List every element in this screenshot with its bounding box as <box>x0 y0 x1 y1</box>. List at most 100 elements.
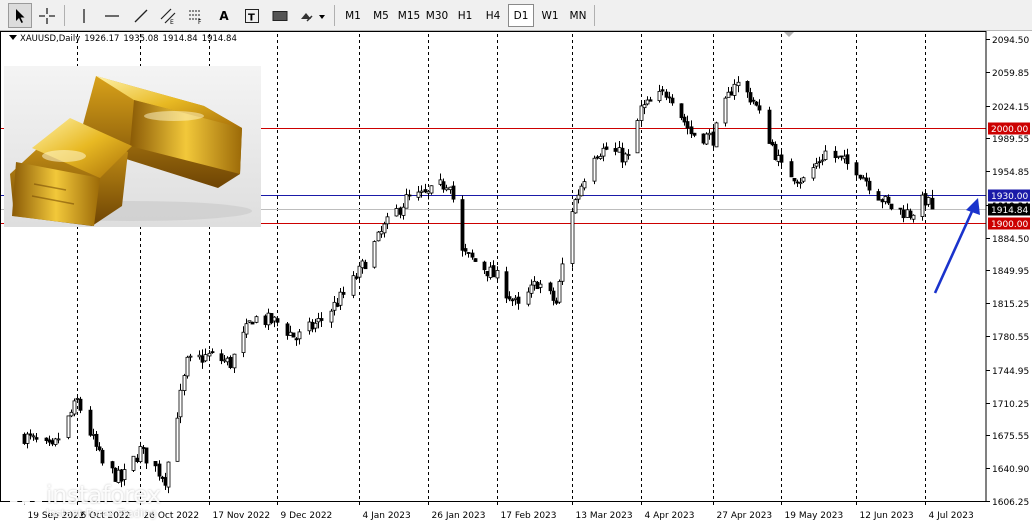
instaforex-watermark: instaforex Instant Forex Trading <box>4 479 180 523</box>
bull-candle <box>736 81 741 87</box>
bull-candle <box>53 438 58 445</box>
bull-candle <box>714 122 719 148</box>
bull-candle <box>905 209 910 218</box>
bull-candle <box>182 375 187 391</box>
bull-candle <box>75 398 80 400</box>
vertical-line-tool-button[interactable] <box>73 3 95 28</box>
bull-candle <box>801 177 806 182</box>
vertical-line-icon <box>83 8 85 23</box>
x-tick-label: 12 Jun 2023 <box>860 511 914 521</box>
annotation-arrow-icon[interactable] <box>966 198 980 215</box>
bull-candle <box>222 359 227 362</box>
bull-candle <box>635 120 640 154</box>
chart-shift-marker-icon[interactable] <box>784 32 794 37</box>
timeframe-m30[interactable]: M30 <box>424 4 450 27</box>
bull-candle <box>776 155 781 162</box>
bear-candle <box>901 209 906 219</box>
equidistant-channel-tool-button[interactable]: E <box>156 3 180 28</box>
bear-candle <box>679 103 684 119</box>
timeframe-mn[interactable]: MN <box>565 4 591 27</box>
timeframe-m1[interactable]: M1 <box>340 4 366 27</box>
bull-candle <box>297 331 302 340</box>
timeframe-m15[interactable]: M15 <box>396 4 422 27</box>
timeframe-h1[interactable]: H1 <box>452 4 478 27</box>
bull-candle <box>401 206 406 216</box>
timeframe-d1[interactable]: D1 <box>508 4 534 27</box>
svg-text:F: F <box>198 19 202 25</box>
bear-candle <box>648 99 653 102</box>
bear-candle <box>664 91 669 98</box>
bull-candle <box>272 316 277 322</box>
bear-candle <box>551 290 556 301</box>
bear-candle <box>930 197 935 210</box>
bull-candle <box>247 320 252 323</box>
text-tool-button[interactable]: A <box>212 3 236 28</box>
bear-candle <box>886 196 891 204</box>
ohlc-high: 1935.08 <box>123 34 159 44</box>
timeframe-m5[interactable]: M5 <box>368 4 394 27</box>
timeframe-w1[interactable]: W1 <box>537 4 563 27</box>
bull-candle <box>360 260 365 269</box>
y-tick-label: 1640.90 <box>992 465 1029 475</box>
bear-candle <box>423 189 428 193</box>
crosshair-tool-button[interactable] <box>35 3 59 28</box>
bull-candle <box>404 194 409 209</box>
bull-candle <box>438 179 443 185</box>
bear-candle <box>516 296 521 304</box>
bull-candle <box>225 357 230 363</box>
fibonacci-icon: F <box>189 10 202 25</box>
shapes-menu-tool-button[interactable] <box>296 3 328 28</box>
shapes-icon <box>301 12 325 22</box>
x-tick-label: 26 Jan 2023 <box>432 511 486 521</box>
bull-candle <box>207 352 212 357</box>
symbol-caption: XAUUSD,Daily 1926.17 1935.08 1914.84 1914.84 <box>9 34 241 44</box>
bear-candle <box>767 109 772 144</box>
bear-candle <box>757 105 762 111</box>
level-price-label: 1930.00 <box>991 192 1028 202</box>
level-price-label: 1900.00 <box>991 220 1028 230</box>
price-chart[interactable]: 19 Sep 2022 6 Oct 2022 26 Oct 2022 17 Nov 2… <box>0 31 1032 523</box>
rectangle-tool-button[interactable] <box>268 3 292 28</box>
bull-candle <box>920 194 925 217</box>
annotation-arrow-shaft[interactable] <box>933 206 976 294</box>
bear-candle <box>864 177 869 182</box>
bear-candle <box>407 194 412 197</box>
bear-candle <box>153 461 158 467</box>
bull-candle <box>244 323 249 335</box>
bear-candle <box>34 437 39 440</box>
bull-candle <box>382 223 387 234</box>
bull-candle <box>379 231 384 235</box>
chart-toolbar: E F A T M1 M5 M15 M30 H1 H4 D1 W1 MN <box>0 0 1032 31</box>
bear-candle <box>770 141 775 146</box>
bear-candle <box>845 154 850 165</box>
bull-candle <box>836 155 841 158</box>
bear-candle <box>751 99 756 102</box>
bear-candle <box>88 409 93 436</box>
y-tick-label: 1744.95 <box>992 367 1029 377</box>
horizontal-line-tool-button[interactable] <box>100 3 124 28</box>
bull-candle <box>538 283 543 288</box>
bull-candle <box>372 241 377 268</box>
gold-bars-image <box>4 66 261 227</box>
bear-candle <box>682 116 687 123</box>
bull-candle <box>91 434 96 436</box>
y-tick-label: 2024.15 <box>992 103 1029 113</box>
bear-candle <box>858 174 863 179</box>
bull-candle <box>811 167 816 179</box>
timeframe-h4[interactable]: H4 <box>480 4 506 27</box>
bear-candle <box>451 185 456 200</box>
bear-candle <box>463 248 468 252</box>
bear-candle <box>291 332 296 338</box>
cursor-tool-button[interactable] <box>8 3 32 28</box>
bull-candle <box>426 190 431 194</box>
bear-candle <box>867 180 872 191</box>
y-tick-label: 1780.55 <box>992 333 1029 343</box>
trendline-tool-button[interactable] <box>129 3 153 28</box>
bull-candle <box>570 211 575 264</box>
text-label-tool-button[interactable]: T <box>240 3 264 28</box>
bear-candle <box>460 199 465 251</box>
bull-candle <box>601 147 606 157</box>
bull-candle <box>592 157 597 182</box>
fibonacci-tool-button[interactable]: F <box>184 3 208 28</box>
x-tick-label: 27 Apr 2023 <box>717 511 773 521</box>
